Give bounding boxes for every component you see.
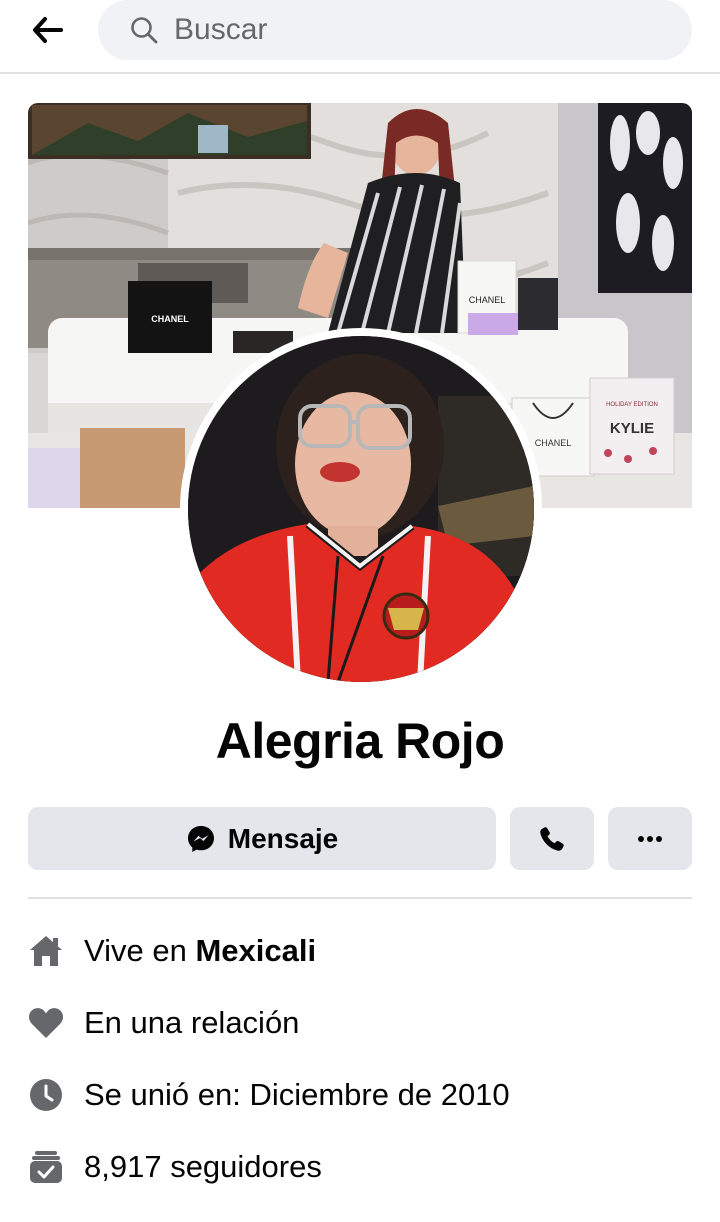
info-followers: 8,917 seguidores (28, 1143, 692, 1191)
search-placeholder: Buscar (174, 13, 268, 46)
clock-icon (28, 1077, 64, 1113)
cover-brand-kylie: KYLIE (610, 420, 654, 437)
cover-brand-kylie-sub: HOLIDAY EDITION (606, 402, 658, 408)
divider (28, 897, 692, 899)
info-joined-text: Se unió en: Diciembre de 2010 (84, 1077, 510, 1112)
info-followers-text[interactable]: 8,917 seguidores (84, 1149, 322, 1185)
heart-icon (28, 1005, 64, 1041)
profile-name: Alegria Rojo (215, 713, 505, 769)
more-dots-icon (638, 835, 662, 842)
avatar (188, 336, 534, 682)
more-options-button[interactable] (608, 807, 692, 870)
info-relationship-text: En una relación (84, 1005, 300, 1040)
info-lives-city[interactable]: Mexicali (195, 933, 316, 968)
message-button[interactable]: Mensaje (28, 807, 496, 870)
search-input[interactable]: Buscar (98, 0, 692, 60)
cover-brand-chanel-bag-2: CHANEL (535, 438, 572, 448)
info-lives-in: Vive en Mexicali (28, 927, 692, 975)
followers-icon (28, 1149, 64, 1185)
message-button-label: Mensaje (227, 822, 339, 854)
messenger-icon (187, 825, 214, 852)
phone-icon (540, 826, 564, 851)
back-button[interactable] (26, 10, 70, 50)
top-bar: Buscar (0, 0, 720, 74)
search-icon (130, 15, 160, 45)
cover-brand-chanel-bag: CHANEL (469, 295, 506, 305)
call-button[interactable] (510, 807, 594, 870)
cover-brand-chanel-box: CHANEL (151, 314, 189, 324)
info-lives-prefix: Vive en (84, 933, 196, 968)
arrow-left-icon (33, 17, 63, 43)
info-relationship: En una relación (28, 999, 692, 1047)
home-icon (28, 933, 64, 969)
profile-picture[interactable] (180, 328, 542, 690)
info-lives-in-text: Vive en Mexicali (84, 933, 316, 969)
info-joined: Se unió en: Diciembre de 2010 (28, 1071, 692, 1119)
